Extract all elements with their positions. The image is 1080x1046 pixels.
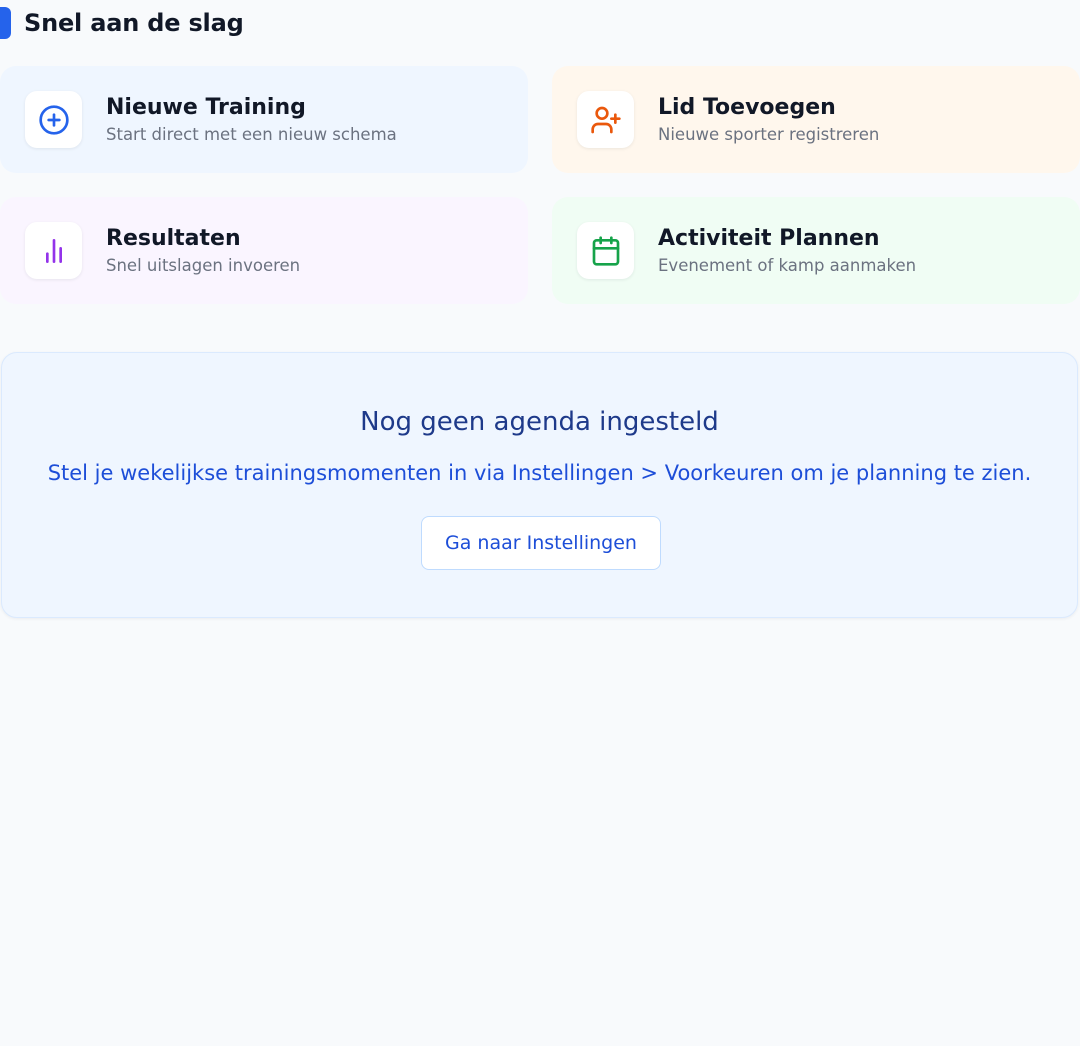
empty-state-title: Nog geen agenda ingesteld <box>360 407 719 437</box>
quick-action-text: Lid Toevoegen Nieuwe sporter registreren <box>658 94 879 146</box>
quick-action-title: Nieuwe Training <box>106 94 306 120</box>
quick-action-results[interactable]: Resultaten Snel uitslagen invoeren <box>0 197 528 304</box>
quick-action-title: Lid Toevoegen <box>658 94 836 120</box>
user-plus-icon <box>577 91 634 148</box>
quick-action-new-training[interactable]: Nieuwe Training Start direct met een nie… <box>0 66 528 173</box>
agenda-empty-state: Nog geen agenda ingesteld Stel je wekeli… <box>1 352 1078 618</box>
quick-action-subtitle: Snel uitslagen invoeren <box>106 255 301 275</box>
section-header: Snel aan de slag <box>0 6 244 40</box>
quick-action-add-member[interactable]: Lid Toevoegen Nieuwe sporter registreren <box>552 66 1080 173</box>
quick-action-subtitle: Nieuwe sporter registreren <box>658 124 880 144</box>
section-title: Snel aan de slag <box>24 9 244 37</box>
empty-state-description: Stel je wekelijkse trainingsmomenten in … <box>47 461 1032 485</box>
quick-action-subtitle: Evenement of kamp aanmaken <box>658 255 917 275</box>
quick-action-subtitle: Start direct met een nieuw schema <box>106 124 397 144</box>
quick-action-text: Resultaten Snel uitslagen invoeren <box>106 225 300 277</box>
go-to-settings-button[interactable]: Ga naar Instellingen <box>421 516 661 570</box>
plus-circle-icon <box>25 91 82 148</box>
calendar-icon <box>577 222 634 279</box>
quick-action-plan-activity[interactable]: Activiteit Plannen Evenement of kamp aan… <box>552 197 1080 304</box>
quick-action-title: Resultaten <box>106 225 241 251</box>
quick-action-text: Activiteit Plannen Evenement of kamp aan… <box>658 225 916 277</box>
bar-chart-icon <box>25 222 82 279</box>
quick-action-title: Activiteit Plannen <box>658 225 880 251</box>
section-accent-bar <box>0 7 11 39</box>
quick-action-text: Nieuwe Training Start direct met een nie… <box>106 94 397 146</box>
